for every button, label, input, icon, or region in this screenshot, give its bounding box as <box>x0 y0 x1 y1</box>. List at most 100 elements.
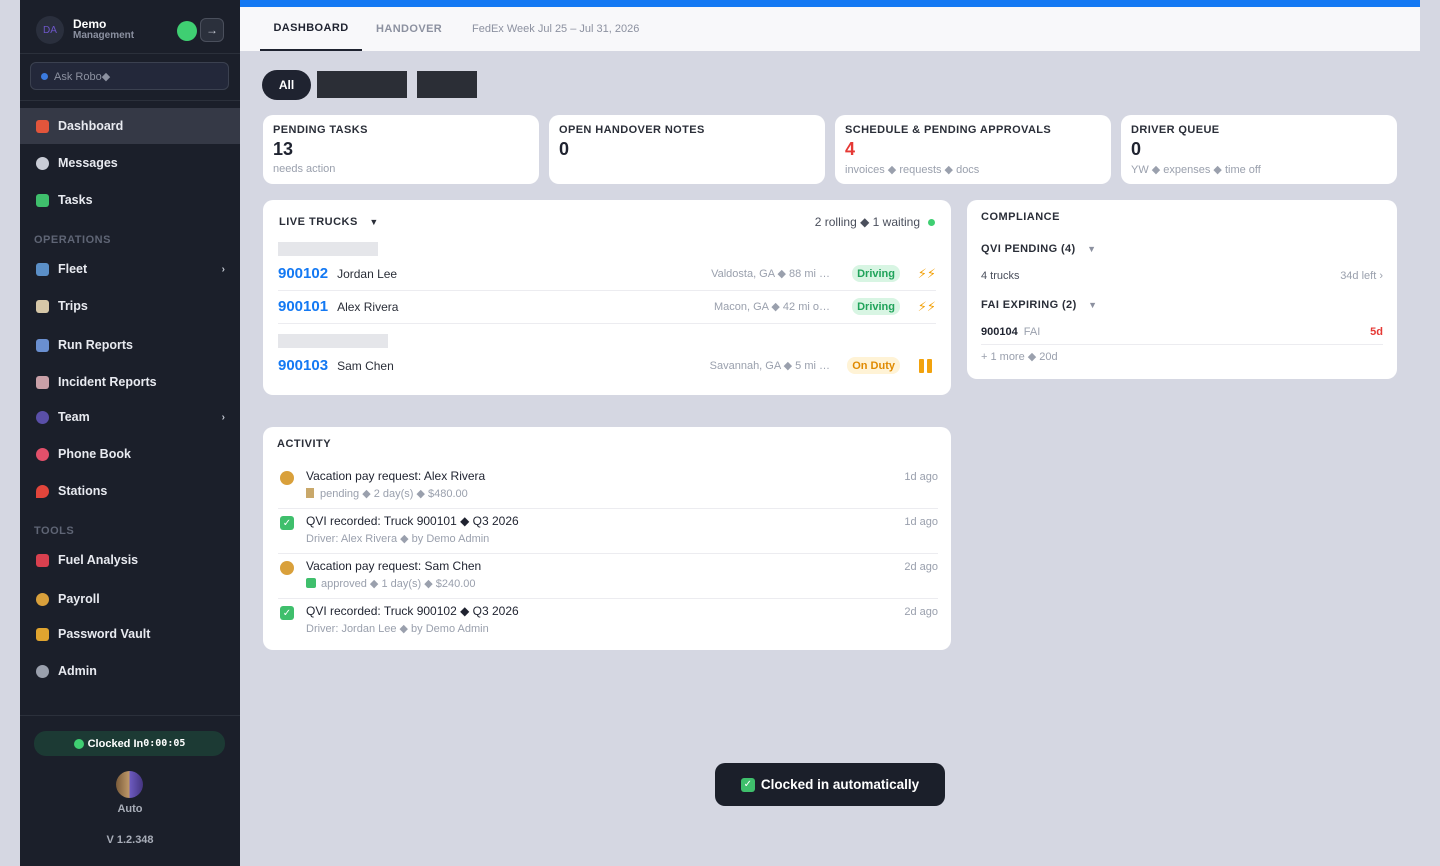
truck-location: Valdosta, GA ◆ 88 mi … <box>711 268 830 280</box>
qvi-trucks-row[interactable]: 4 trucks 34d left › <box>981 270 1383 282</box>
gear-icon <box>36 664 49 678</box>
clock-timer: 0:00:05 <box>143 738 186 749</box>
bar-chart-icon <box>36 338 49 352</box>
sidebar-item-phone-book[interactable]: Phone Book <box>20 436 240 472</box>
fai-tag: FAI <box>1023 326 1041 338</box>
sidebar-item-label: Dashboard <box>58 119 124 133</box>
caret-down-icon: ▼ <box>1088 300 1098 310</box>
theme-mode-label: Auto <box>117 803 143 815</box>
stat-card-pending-tasks[interactable]: PENDING TASKS 13 needs action <box>263 115 539 184</box>
truck-driver: Alex Rivera <box>337 299 399 314</box>
compliance-title: COMPLIANCE <box>981 211 1060 223</box>
money-bag-icon <box>280 561 294 575</box>
fai-truck-row[interactable]: 900104 FAI 5d <box>981 326 1383 338</box>
chevron-right-icon: › <box>221 263 225 275</box>
activity-row[interactable]: Vacation pay request: Sam Chen approved … <box>278 553 938 598</box>
status-badge: Driving <box>852 298 900 315</box>
truck-icon <box>36 262 49 276</box>
check-icon <box>306 578 316 588</box>
logout-button[interactable]: → <box>200 18 224 42</box>
theme-toggle-avatar[interactable] <box>116 771 143 798</box>
home-icon <box>36 119 49 133</box>
qvi-trucks-count: 4 trucks <box>981 270 1020 282</box>
lightning-icon: ⚡⚡ <box>917 265 936 281</box>
stat-card-handover-notes[interactable]: OPEN HANDOVER NOTES 0 <box>549 115 825 184</box>
truck-row[interactable]: 900101 Alex Rivera Macon, GA ◆ 42 mi o… … <box>278 290 936 323</box>
chevron-right-icon: › <box>221 411 225 423</box>
sidebar-item-trips[interactable]: Trips <box>20 288 240 324</box>
caret-down-icon: ▼ <box>369 217 379 227</box>
truck-number[interactable]: 900103 <box>278 357 328 374</box>
sidebar-item-dashboard[interactable]: Dashboard <box>20 108 240 144</box>
caret-down-icon: ▼ <box>1087 244 1097 254</box>
activity-title-text: Vacation pay request: Alex Rivera <box>306 469 486 483</box>
sidebar-item-label: Messages <box>58 156 118 170</box>
fuel-pump-icon <box>36 553 49 567</box>
stat-sub: invoices ◆ requests ◆ docs <box>845 164 980 176</box>
stat-label: SCHEDULE & PENDING APPROVALS <box>845 124 1052 136</box>
stat-label: DRIVER QUEUE <box>1131 124 1220 136</box>
truck-row[interactable]: 900102 Jordan Lee Valdosta, GA ◆ 88 mi …… <box>278 257 936 290</box>
activity-row[interactable]: ✓ QVI recorded: Truck 900101 ◆ Q3 2026 D… <box>278 508 938 553</box>
hourglass-icon <box>306 488 314 498</box>
activity-sub-text: pending ◆ 2 day(s) ◆ $480.00 <box>306 487 468 500</box>
status-badge: Driving <box>852 265 900 282</box>
search-input[interactable]: Ask Robo◆ <box>30 62 229 90</box>
section-label-operations: OPERATIONS <box>34 234 111 246</box>
filter-chip[interactable] <box>317 71 407 98</box>
sidebar-item-admin[interactable]: Admin <box>20 653 240 689</box>
sidebar-item-fuel-analysis[interactable]: Fuel Analysis <box>20 542 240 578</box>
live-indicator-icon <box>928 218 935 226</box>
truck-row[interactable]: 900103 Sam Chen Savannah, GA ◆ 5 mi … On… <box>278 349 936 382</box>
tab-handover[interactable]: HANDOVER <box>376 7 442 51</box>
live-trucks-summary: 2 rolling ◆ 1 waiting <box>815 215 935 229</box>
activity-title-text: QVI recorded: Truck 900102 ◆ Q3 2026 <box>306 604 519 618</box>
arrow-right-icon: → <box>206 23 218 37</box>
truck-number[interactable]: 900101 <box>278 298 328 315</box>
sidebar-item-fleet[interactable]: Fleet › <box>20 251 240 287</box>
activity-time: 1d ago <box>904 516 938 528</box>
stat-value: 0 <box>1131 139 1142 159</box>
activity-sub-text: Driver: Jordan Lee ◆ by Demo Admin <box>306 623 489 635</box>
sidebar-item-stations[interactable]: Stations <box>20 473 240 509</box>
status-badge: On Duty <box>847 357 900 374</box>
live-trucks-title[interactable]: LIVE TRUCKS ▼ <box>279 216 379 228</box>
sidebar-item-run-reports[interactable]: Run Reports <box>20 327 240 363</box>
section-label-tools: TOOLS <box>34 525 75 537</box>
people-icon <box>36 410 49 424</box>
filter-chip[interactable] <box>417 71 477 98</box>
fai-days-left: 5d <box>1370 326 1383 338</box>
sidebar: DA Demo Management → Ask Robo◆ Dashboard… <box>20 0 240 866</box>
stat-label: OPEN HANDOVER NOTES <box>559 124 705 136</box>
user-profile[interactable]: DA Demo Management <box>36 16 134 44</box>
sidebar-item-payroll[interactable]: Payroll <box>20 581 240 617</box>
tab-dashboard[interactable]: DASHBOARD <box>260 7 362 51</box>
row-divider <box>981 344 1383 345</box>
sidebar-item-messages[interactable]: Messages <box>20 145 240 181</box>
sidebar-item-label: Fuel Analysis <box>58 553 139 567</box>
activity-row[interactable]: ✓ QVI recorded: Truck 900102 ◆ Q3 2026 D… <box>278 598 938 643</box>
sidebar-item-password-vault[interactable]: Password Vault <box>20 616 240 652</box>
sidebar-item-label: Run Reports <box>58 338 133 352</box>
sidebar-item-team[interactable]: Team › <box>20 399 240 435</box>
clock-status-button[interactable]: Clocked In 0:00:05 <box>34 731 225 756</box>
fai-expiring-header[interactable]: FAI EXPIRING (2) ▼ <box>981 299 1383 311</box>
sidebar-item-label: Fleet <box>58 262 88 276</box>
checkbox-icon <box>36 193 49 207</box>
toast-notification[interactable]: ✓ Clocked in automatically <box>715 763 945 806</box>
sidebar-item-label: Admin <box>58 664 97 678</box>
truck-number[interactable]: 900102 <box>278 265 328 282</box>
sidebar-item-tasks[interactable]: Tasks <box>20 182 240 218</box>
qvi-pending-header[interactable]: QVI PENDING (4) ▼ <box>981 243 1383 255</box>
group-label-placeholder <box>278 242 378 256</box>
fai-more-link[interactable]: + 1 more ◆ 20d <box>981 350 1383 363</box>
sidebar-item-incident-reports[interactable]: Incident Reports <box>20 364 240 400</box>
top-accent-bar <box>240 0 1420 7</box>
activity-sub-text: approved ◆ 1 day(s) ◆ $240.00 <box>306 577 476 590</box>
filter-all-button[interactable]: All <box>262 70 311 100</box>
stat-card-driver-queue[interactable]: DRIVER QUEUE 0 YW ◆ expenses ◆ time off <box>1121 115 1397 184</box>
stat-card-approvals[interactable]: SCHEDULE & PENDING APPROVALS 4 invoices … <box>835 115 1111 184</box>
user-role: Management <box>73 30 135 41</box>
online-status-toggle[interactable] <box>177 21 197 41</box>
activity-row[interactable]: Vacation pay request: Alex Rivera pendin… <box>278 463 938 508</box>
